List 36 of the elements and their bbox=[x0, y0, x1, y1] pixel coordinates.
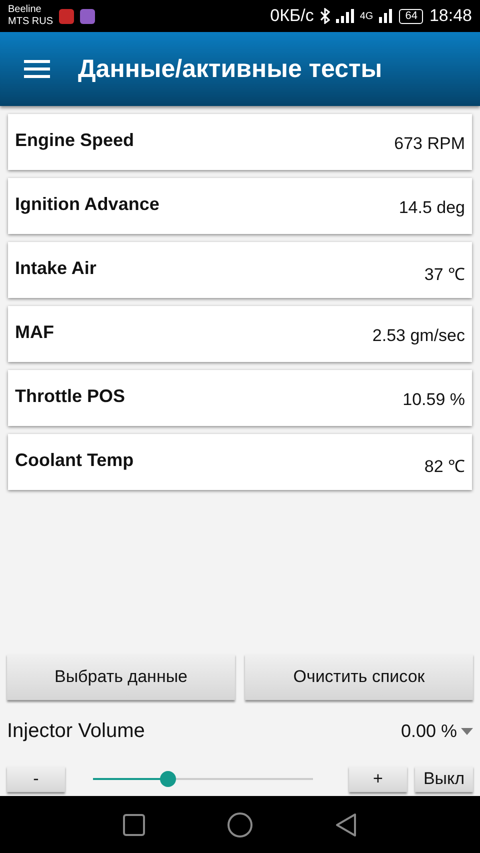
slider-thumb[interactable] bbox=[160, 771, 176, 787]
battery-level: 64 bbox=[399, 8, 424, 24]
carrier-name: Beeline bbox=[8, 4, 42, 16]
circle-icon[interactable] bbox=[227, 812, 253, 838]
parameter-value: 10.59 % bbox=[402, 390, 465, 411]
parameter-name: MAF bbox=[15, 322, 54, 344]
carrier-name: MTS RUS bbox=[8, 16, 53, 28]
action-button[interactable]: Очистить список bbox=[245, 654, 473, 700]
parameter-name: Ignition Advance bbox=[15, 194, 160, 216]
back-icon[interactable] bbox=[335, 812, 357, 836]
network-type: 4G bbox=[360, 10, 374, 22]
parameter-name: Coolant Temp bbox=[15, 450, 134, 472]
app-icon bbox=[80, 8, 95, 24]
parameter-value: 37 ℃ bbox=[424, 264, 465, 286]
network-speed: 0КБ/с bbox=[270, 6, 314, 26]
bluetooth-icon bbox=[320, 8, 330, 24]
parameter-name: Intake Air bbox=[15, 258, 96, 280]
clock: 18:48 bbox=[429, 6, 472, 26]
parameter-value: 82 ℃ bbox=[424, 456, 465, 478]
parameter-value: 14.5 deg bbox=[398, 198, 465, 219]
menu-icon[interactable] bbox=[24, 59, 50, 79]
signal-icon bbox=[336, 9, 354, 23]
screen-title: Данные/активные тесты bbox=[78, 54, 382, 84]
action-button[interactable]: Выбрать данные bbox=[7, 654, 235, 700]
increase-button[interactable]: + bbox=[349, 766, 407, 792]
decrease-button[interactable]: - bbox=[7, 766, 65, 792]
value-dropdown[interactable]: 0.00 % bbox=[400, 720, 473, 742]
toggle-button[interactable]: Выкл bbox=[415, 766, 473, 792]
test-name: Injector Volume bbox=[7, 720, 145, 742]
caret-icon bbox=[461, 728, 473, 734]
parameter-name: Throttle POS bbox=[15, 386, 126, 408]
parameter-name: Engine Speed bbox=[15, 130, 134, 152]
square-icon[interactable] bbox=[123, 814, 145, 836]
parameter-value: 673 RPM bbox=[394, 134, 465, 155]
parameter-value: 2.53 gm/sec bbox=[372, 326, 465, 347]
signal-icon bbox=[379, 9, 394, 23]
